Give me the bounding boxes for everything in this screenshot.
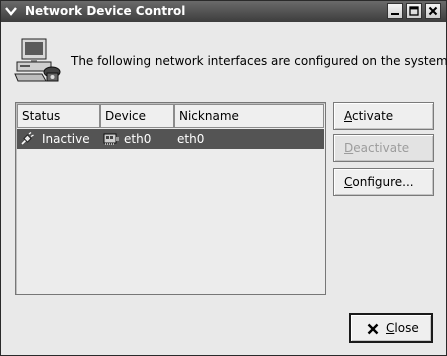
close-label-post: lose <box>394 321 419 335</box>
chevron-down-icon <box>5 7 17 16</box>
maximize-icon <box>409 6 419 16</box>
minimize-button[interactable] <box>387 3 403 19</box>
network-card-icon <box>103 133 119 145</box>
close-window-button[interactable] <box>425 3 441 19</box>
column-header-device[interactable]: Device <box>100 104 174 128</box>
column-header-nickname[interactable]: Nickname <box>174 104 324 128</box>
window-title: Network Device Control <box>25 4 186 18</box>
close-label: Close <box>386 315 419 341</box>
computer-network-icon <box>14 38 61 82</box>
window-menu-button[interactable] <box>4 4 18 18</box>
configure-button[interactable]: Configure... <box>333 168 434 196</box>
row-device: eth0 <box>124 132 152 146</box>
table-row[interactable]: Inactive eth0 eth0 <box>17 129 324 149</box>
activate-label-post: ctivate <box>352 109 394 123</box>
close-button[interactable]: Close <box>349 313 433 343</box>
deactivate-label-post: eactivate <box>353 141 410 155</box>
deactivate-mnemonic: D <box>344 141 354 155</box>
interface-list[interactable]: Status Device Nickname Inactive eth0 eth… <box>15 102 326 295</box>
row-status: Inactive <box>42 132 90 146</box>
activate-button[interactable]: Activate <box>333 102 434 130</box>
network-device-control-window: Network Device Control The following net… <box>0 0 447 356</box>
close-icon <box>428 6 438 16</box>
configure-label-post: onfigure... <box>352 175 414 189</box>
close-icon <box>367 323 379 335</box>
maximize-button[interactable] <box>406 3 422 19</box>
activate-mnemonic: A <box>344 109 352 123</box>
disconnected-plug-icon <box>21 132 34 145</box>
deactivate-button[interactable]: Deactivate <box>333 134 434 162</box>
minimize-icon <box>391 13 399 15</box>
row-nickname: eth0 <box>177 132 205 146</box>
column-header-status[interactable]: Status <box>17 104 100 128</box>
header-message: The following network interfaces are con… <box>71 54 447 68</box>
title-bar[interactable]: Network Device Control <box>1 1 446 22</box>
